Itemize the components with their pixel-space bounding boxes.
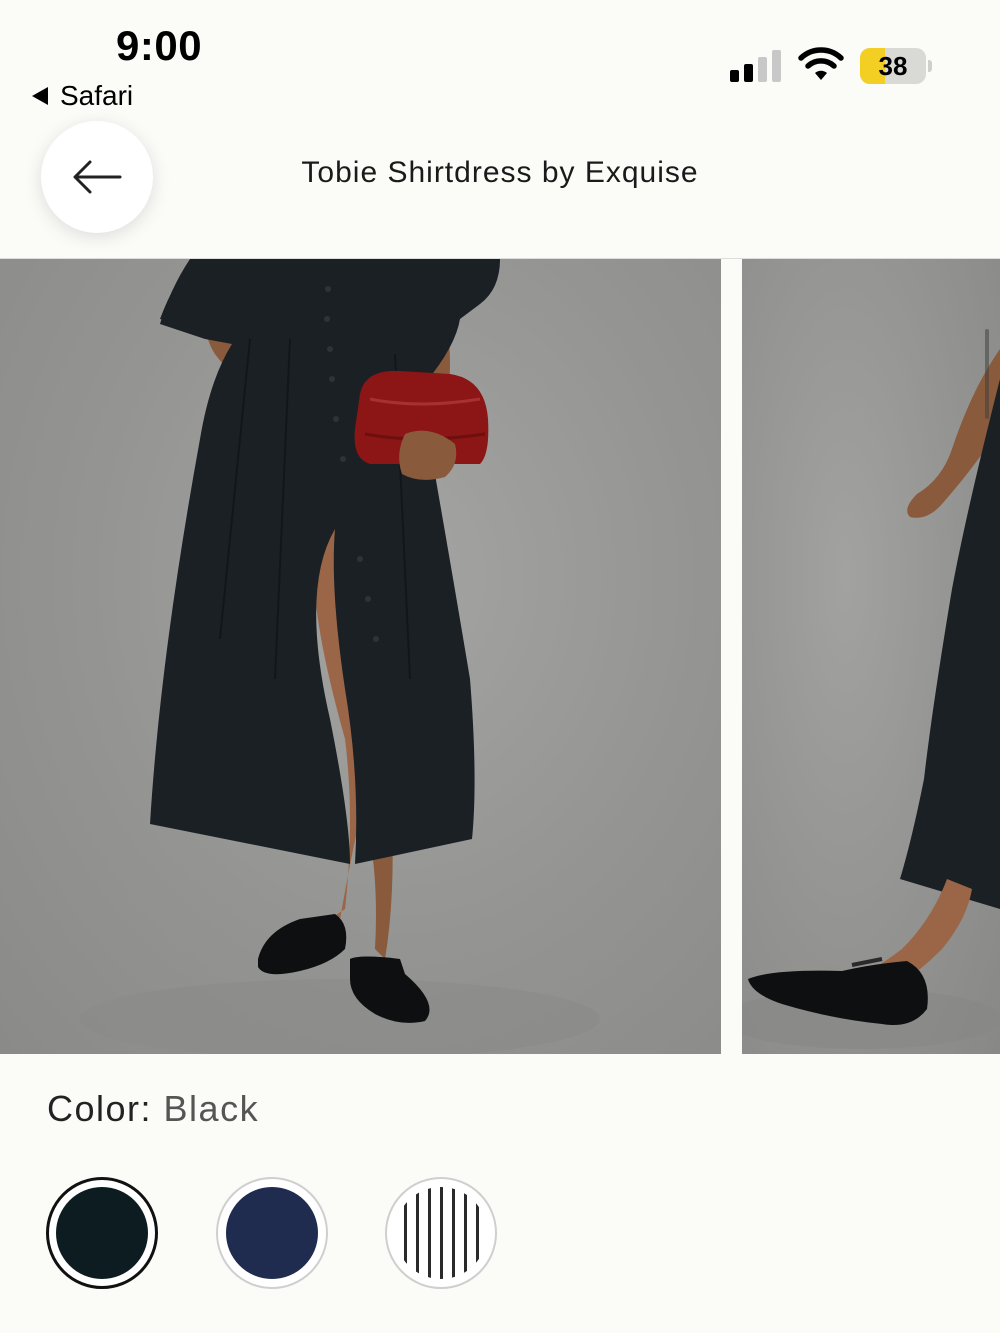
battery-icon: 38 bbox=[860, 48, 932, 84]
cellular-signal-icon bbox=[730, 50, 781, 82]
color-swatch-navy[interactable] bbox=[216, 1177, 328, 1289]
carousel-scroll-indicator bbox=[985, 329, 989, 419]
swatch-fill-black bbox=[56, 1187, 148, 1279]
battery-level: 38 bbox=[878, 51, 908, 81]
page-title: Tobie Shirtdress by Exquise bbox=[301, 156, 699, 189]
color-swatch-stripe[interactable] bbox=[385, 1177, 497, 1289]
color-swatch-black[interactable] bbox=[46, 1177, 158, 1289]
back-button[interactable] bbox=[41, 121, 153, 233]
product-photo-dress-front bbox=[80, 259, 600, 1054]
product-image-1[interactable] bbox=[0, 259, 721, 1054]
wifi-icon bbox=[798, 47, 844, 80]
selected-color-value: Black bbox=[163, 1088, 260, 1129]
arrow-left-icon bbox=[73, 160, 122, 194]
product-image-carousel[interactable] bbox=[0, 259, 1000, 1054]
product-image-2[interactable] bbox=[742, 259, 1000, 1054]
color-label: Color: bbox=[47, 1088, 153, 1129]
back-to-safari-link[interactable]: Safari bbox=[32, 80, 133, 112]
color-selection-label: Color: Black bbox=[47, 1088, 259, 1130]
product-photo-dress-side bbox=[742, 349, 1000, 1049]
status-time: 9:00 bbox=[116, 22, 203, 69]
swatch-fill-navy bbox=[226, 1187, 318, 1279]
swatch-fill-stripe bbox=[395, 1187, 487, 1279]
back-caret-icon bbox=[32, 87, 48, 105]
status-bar: 9:00 Safari 38 bbox=[0, 0, 1000, 120]
back-to-safari-label: Safari bbox=[60, 80, 134, 111]
